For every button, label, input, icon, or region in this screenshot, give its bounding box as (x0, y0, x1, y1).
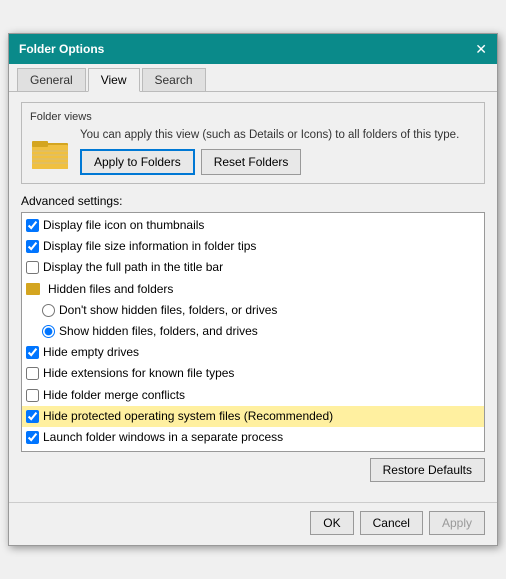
settings-list: Display file icon on thumbnails Display … (22, 213, 484, 452)
apply-button[interactable]: Apply (429, 511, 485, 535)
list-item: Hide empty drives (22, 342, 484, 363)
list-item: Display file icon on thumbnails (22, 215, 484, 236)
list-item: Display the full path in the title bar (22, 257, 484, 278)
apply-to-folders-button[interactable]: Apply to Folders (80, 149, 195, 175)
dialog-content: Folder views You can (9, 92, 497, 496)
display-full-path-checkbox[interactable] (26, 261, 39, 274)
folder-views-buttons: Apply to Folders Reset Folders (80, 149, 459, 175)
folder-views-text: You can apply this view (such as Details… (80, 129, 459, 141)
dialog-button-row: OK Cancel Apply (9, 502, 497, 545)
folder-views-body: You can apply this view (such as Details… (30, 129, 476, 175)
tab-general[interactable]: General (17, 68, 86, 91)
dont-show-hidden-radio[interactable] (42, 304, 55, 317)
list-item-label: Restore previous folder windows at logon (43, 449, 262, 452)
list-item: Don't show hidden files, folders, or dri… (22, 300, 484, 321)
list-item: Show hidden files, folders, and drives (22, 321, 484, 342)
title-bar: Folder Options ✕ (9, 34, 497, 64)
list-item: Hide folder merge conflicts (22, 385, 484, 406)
list-item-label: Hide extensions for known file types (43, 364, 234, 383)
list-item-label: Hidden files and folders (48, 280, 173, 299)
dialog-title: Folder Options (19, 42, 104, 56)
list-item-label: Display file icon on thumbnails (43, 216, 204, 235)
hidden-files-section: Hidden files and folders (22, 279, 484, 300)
folder-views-description: You can apply this view (such as Details… (80, 129, 459, 175)
list-item: Display file size information in folder … (22, 236, 484, 257)
folder-views-legend: Folder views (30, 111, 476, 123)
cancel-button[interactable]: Cancel (360, 511, 423, 535)
hide-empty-drives-checkbox[interactable] (26, 346, 39, 359)
reset-folders-button[interactable]: Reset Folders (201, 149, 302, 175)
list-item-label: Hide empty drives (43, 343, 139, 362)
hide-extensions-checkbox[interactable] (26, 367, 39, 380)
folder-options-dialog: Folder Options ✕ General View Search Fol… (8, 33, 498, 546)
list-item-highlighted: Hide protected operating system files (R… (22, 406, 484, 427)
list-item-label: Show hidden files, folders, and drives (59, 322, 258, 341)
list-item-label: Don't show hidden files, folders, or dri… (59, 301, 277, 320)
folder-views-group: Folder views You can (21, 102, 485, 184)
list-item: Restore previous folder windows at logon (22, 448, 484, 452)
display-file-icon-checkbox[interactable] (26, 219, 39, 232)
tab-search[interactable]: Search (142, 68, 206, 91)
list-item: Hide extensions for known file types (22, 363, 484, 384)
settings-list-container[interactable]: Display file icon on thumbnails Display … (21, 212, 485, 452)
restore-defaults-row: Restore Defaults (21, 458, 485, 482)
hide-folder-merge-checkbox[interactable] (26, 389, 39, 402)
show-hidden-radio[interactable] (42, 325, 55, 338)
launch-folder-checkbox[interactable] (26, 431, 39, 444)
list-item-label: Hide folder merge conflicts (43, 386, 185, 405)
list-item-label: Hide protected operating system files (R… (43, 407, 333, 426)
folder-small-icon (26, 283, 40, 295)
list-item-label: Display the full path in the title bar (43, 258, 223, 277)
tab-bar: General View Search (9, 64, 497, 92)
list-item-label: Display file size information in folder … (43, 237, 256, 256)
close-button[interactable]: ✕ (475, 42, 487, 56)
folder-icon (30, 133, 70, 171)
restore-defaults-button[interactable]: Restore Defaults (370, 458, 485, 482)
list-item: Launch folder windows in a separate proc… (22, 427, 484, 448)
list-item-label: Launch folder windows in a separate proc… (43, 428, 283, 447)
ok-button[interactable]: OK (310, 511, 353, 535)
display-file-size-checkbox[interactable] (26, 240, 39, 253)
advanced-settings-label: Advanced settings: (21, 194, 485, 208)
tab-view[interactable]: View (88, 68, 140, 92)
hide-protected-checkbox[interactable] (26, 410, 39, 423)
